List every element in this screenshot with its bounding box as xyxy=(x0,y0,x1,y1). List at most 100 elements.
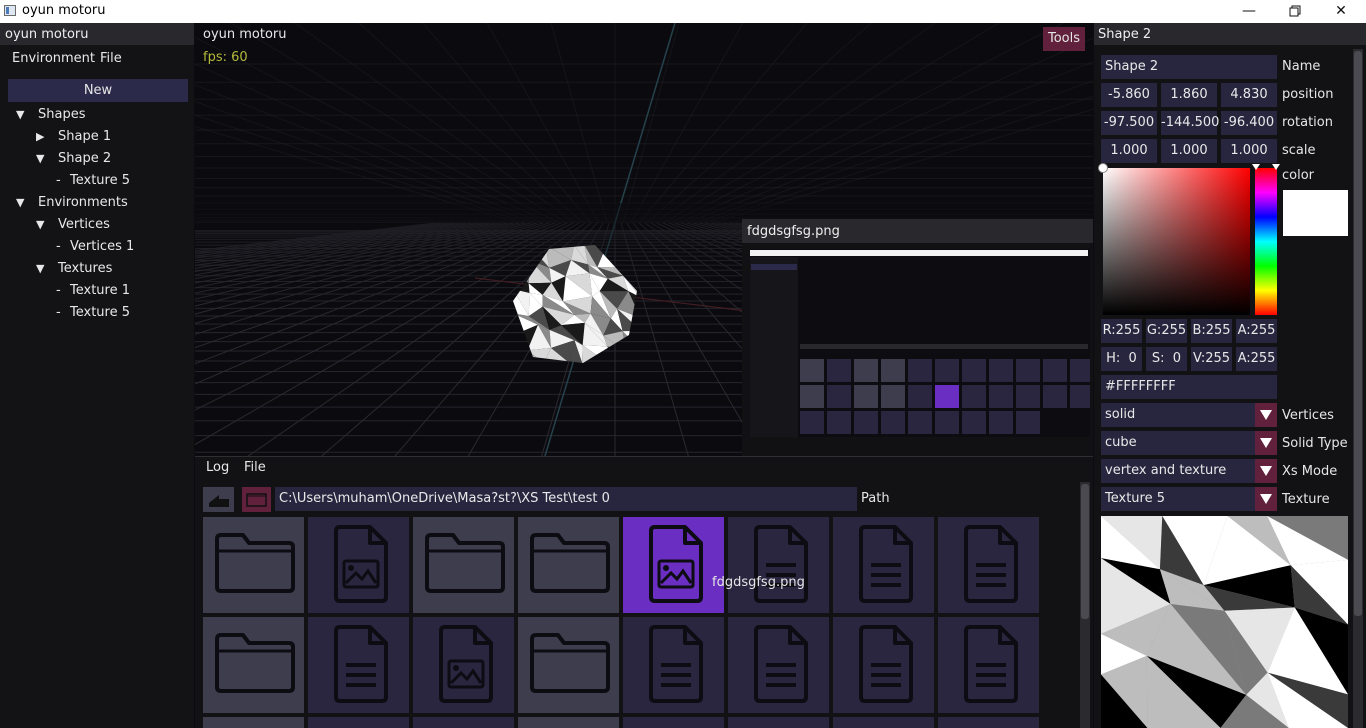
document-icon xyxy=(859,625,913,703)
document-file-tile[interactable] xyxy=(938,517,1039,613)
image-file-tile[interactable] xyxy=(623,517,724,613)
position-x-input[interactable]: -5.860 xyxy=(1101,83,1157,107)
file-tile[interactable] xyxy=(308,717,409,728)
tree-item[interactable]: - Texture 5 xyxy=(56,305,130,320)
leaf-icon[interactable]: - xyxy=(56,283,66,298)
leaf-icon[interactable]: - xyxy=(56,305,66,320)
rotation-label: rotation xyxy=(1282,115,1333,130)
file-tile[interactable] xyxy=(833,717,934,728)
document-file-tile[interactable] xyxy=(623,617,724,713)
tree-item[interactable]: ▼ Textures xyxy=(36,261,112,276)
document-file-tile[interactable] xyxy=(938,617,1039,713)
position-y-input[interactable]: 1.860 xyxy=(1161,83,1217,107)
document-file-tile[interactable] xyxy=(833,617,934,713)
image-file-tile[interactable] xyxy=(413,617,514,713)
menu-log[interactable]: Log xyxy=(206,460,229,475)
tree-item[interactable]: ▼ Shapes xyxy=(16,107,85,122)
file-browser-scrollbar[interactable] xyxy=(1080,482,1090,728)
maximize-button[interactable] xyxy=(1272,0,1318,23)
file-grid: fdgdsgfsg.png xyxy=(203,517,1073,728)
tree-item[interactable]: ▼ Shape 2 xyxy=(36,151,111,166)
folder-tile[interactable] xyxy=(518,617,619,713)
file-tile[interactable] xyxy=(518,717,619,728)
image-file-tile[interactable] xyxy=(308,517,409,613)
textured-cube[interactable] xyxy=(513,245,641,363)
path-input[interactable]: C:\Users\muham\OneDrive\Masa?st?\XS Test… xyxy=(275,487,857,511)
inspector-scrollbar[interactable] xyxy=(1353,49,1363,728)
file-tile[interactable] xyxy=(623,717,724,728)
collapse-icon[interactable]: ▼ xyxy=(16,196,34,209)
position-label: position xyxy=(1282,87,1334,102)
scale-y-input[interactable]: 1.000 xyxy=(1161,139,1217,163)
tree-item[interactable]: - Texture 1 xyxy=(56,283,130,298)
rotation-z-input[interactable]: -96.400 xyxy=(1221,111,1277,135)
document-file-tile[interactable] xyxy=(728,517,829,613)
menu-file[interactable]: File xyxy=(100,51,122,66)
alpha-channel-input[interactable]: A:255 xyxy=(1236,319,1277,343)
file-browser-scroll-thumb[interactable] xyxy=(1081,484,1089,619)
solid-type-dropdown[interactable]: cube xyxy=(1101,431,1277,455)
folder-tile[interactable] xyxy=(203,617,304,713)
dropdown-arrow-icon[interactable] xyxy=(1255,487,1277,511)
preview-mini-tile xyxy=(827,385,851,408)
tree-item[interactable]: - Vertices 1 xyxy=(56,239,134,254)
menu-environment[interactable]: Environment xyxy=(12,51,95,66)
preview-mini-tile xyxy=(827,411,851,434)
menu-file-browser[interactable]: File xyxy=(244,460,266,475)
red-channel-input[interactable]: R:255 xyxy=(1101,319,1142,343)
blue-channel-input[interactable]: B:255 xyxy=(1191,319,1232,343)
rotation-x-input[interactable]: -97.500 xyxy=(1101,111,1157,135)
document-file-tile[interactable] xyxy=(728,617,829,713)
minimize-button[interactable]: — xyxy=(1226,0,1272,23)
close-button[interactable]: ✕ xyxy=(1318,0,1364,23)
file-tile[interactable] xyxy=(938,717,1039,728)
inspector-scroll-thumb[interactable] xyxy=(1354,51,1362,616)
alpha-hsv-input[interactable]: A:255 xyxy=(1236,347,1277,371)
3d-viewport[interactable]: oyun motoru fps: 60 Tools fdgdsgfsg.png xyxy=(195,23,1093,456)
rotation-y-input[interactable]: -144.500 xyxy=(1161,111,1219,135)
color-swatch[interactable] xyxy=(1283,190,1348,236)
name-input[interactable]: Shape 2 xyxy=(1101,55,1277,79)
tree-item[interactable]: ▼ Environments xyxy=(16,195,128,210)
green-channel-input[interactable]: G:255 xyxy=(1146,319,1187,343)
tree-item[interactable]: ▶ Shape 1 xyxy=(36,129,111,144)
hex-color-input[interactable]: #FFFFFFFF xyxy=(1101,375,1277,399)
vertices-dropdown[interactable]: solid xyxy=(1101,403,1277,427)
dropdown-arrow-icon[interactable] xyxy=(1255,459,1277,483)
hue-slider[interactable] xyxy=(1255,168,1277,315)
dropdown-arrow-icon[interactable] xyxy=(1255,431,1277,455)
xs-mode-dropdown[interactable]: vertex and texture xyxy=(1101,459,1277,483)
leaf-icon[interactable]: - xyxy=(56,173,66,188)
file-tile[interactable] xyxy=(728,717,829,728)
new-button[interactable]: New xyxy=(8,79,188,102)
tools-button[interactable]: Tools xyxy=(1043,27,1085,51)
file-tile[interactable] xyxy=(413,717,514,728)
saturation-input[interactable]: S: 0 xyxy=(1146,347,1187,371)
value-input[interactable]: V:255 xyxy=(1191,347,1232,371)
folder-tile[interactable] xyxy=(413,517,514,613)
scale-z-input[interactable]: 1.000 xyxy=(1221,139,1277,163)
collapse-icon[interactable]: ▼ xyxy=(36,262,54,275)
collapse-icon[interactable]: ▼ xyxy=(16,108,34,121)
leaf-icon[interactable]: - xyxy=(56,239,66,254)
tree-item[interactable]: ▼ Vertices xyxy=(36,217,110,232)
saturation-value-picker[interactable] xyxy=(1103,168,1250,315)
expand-icon[interactable]: ▶ xyxy=(36,130,54,143)
document-file-tile[interactable] xyxy=(308,617,409,713)
folder-tile[interactable] xyxy=(203,517,304,613)
image-preview-window[interactable]: fdgdsgfsg.png xyxy=(742,219,1093,456)
dropdown-arrow-icon[interactable] xyxy=(1255,403,1277,427)
texture-dropdown[interactable]: Texture 5 xyxy=(1101,487,1277,511)
folder-tile[interactable] xyxy=(518,517,619,613)
hue-input[interactable]: H: 0 xyxy=(1101,347,1142,371)
collapse-icon[interactable]: ▼ xyxy=(36,218,54,231)
scale-x-input[interactable]: 1.000 xyxy=(1101,139,1157,163)
go-up-button[interactable] xyxy=(203,487,234,512)
tree-item[interactable]: - Texture 5 xyxy=(56,173,130,188)
collapse-icon[interactable]: ▼ xyxy=(36,152,54,165)
position-z-input[interactable]: 4.830 xyxy=(1221,83,1277,107)
open-folder-button[interactable] xyxy=(242,487,271,512)
document-file-tile[interactable] xyxy=(833,517,934,613)
file-tile[interactable] xyxy=(203,717,304,728)
color-picker-handle[interactable] xyxy=(1098,163,1108,173)
